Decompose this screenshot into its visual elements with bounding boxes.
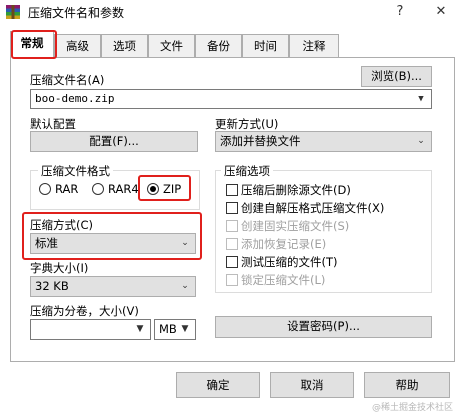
recovery-record-label: 添加恢复记录(E): [241, 237, 327, 251]
dictionary-size-select[interactable]: 32 KB ⌄: [30, 276, 196, 297]
chevron-down-icon[interactable]: ▼: [179, 323, 191, 335]
archive-format-title: 压缩文件格式: [38, 163, 113, 179]
title-bar: 压缩文件名和参数 ? ✕: [0, 0, 461, 24]
create-solid-label: 创建固实压缩文件(S): [241, 219, 350, 233]
archive-name-label: 压缩文件名(A): [30, 73, 105, 87]
zip-format-highlight: [138, 175, 191, 201]
browse-button[interactable]: 浏览(B)...: [361, 66, 432, 87]
help-icon[interactable]: ?: [389, 2, 411, 22]
format-rar-radio[interactable]: [39, 183, 51, 195]
window-title: 压缩文件名和参数: [28, 6, 125, 20]
ok-button[interactable]: 确定: [176, 372, 260, 398]
tab-comment[interactable]: 注释: [289, 34, 339, 58]
format-rar-label[interactable]: RAR: [55, 182, 78, 196]
archive-name-input[interactable]: boo-demo.zip ▼: [30, 89, 432, 109]
compression-method-highlight: [22, 212, 202, 260]
chevron-down-icon[interactable]: ⌄: [179, 280, 191, 292]
update-mode-value: 添加并替换文件: [220, 134, 301, 148]
delete-after-checkbox[interactable]: [226, 184, 238, 196]
set-password-button[interactable]: 设置密码(P)...: [215, 316, 432, 338]
cancel-button[interactable]: 取消: [270, 372, 354, 398]
watermark-text: @稀土掘金技术社区: [371, 403, 453, 413]
tab-advanced[interactable]: 高级: [54, 34, 101, 58]
chevron-down-icon[interactable]: ▼: [134, 323, 146, 335]
split-unit-select[interactable]: MB ▼: [154, 319, 196, 340]
create-sfx-label[interactable]: 创建自解压格式压缩文件(X): [241, 200, 384, 216]
dictionary-size-label: 字典大小(I): [30, 261, 89, 275]
split-unit-value: MB: [159, 322, 177, 336]
tab-time[interactable]: 时间: [242, 34, 289, 58]
update-mode-select[interactable]: 添加并替换文件 ⌄: [215, 131, 432, 152]
format-rar4-radio[interactable]: [92, 183, 104, 195]
create-solid-checkbox: [226, 220, 238, 232]
test-files-label[interactable]: 测试压缩的文件(T): [241, 254, 338, 270]
format-rar4-label[interactable]: RAR4: [108, 182, 139, 196]
general-tab-highlight: [11, 30, 57, 59]
archive-options-title: 压缩选项: [221, 163, 273, 179]
create-sfx-checkbox[interactable]: [226, 202, 238, 214]
split-size-input[interactable]: ▼: [30, 319, 151, 340]
help-button[interactable]: 帮助: [364, 372, 450, 398]
dictionary-size-value: 32 KB: [35, 279, 69, 293]
split-volumes-label: 压缩为分卷，大小(V): [30, 304, 139, 318]
delete-after-label[interactable]: 压缩后删除源文件(D): [241, 182, 351, 198]
profiles-button[interactable]: 配置(F)...: [30, 131, 198, 152]
chevron-down-icon[interactable]: ⌄: [415, 135, 427, 147]
tab-backup[interactable]: 备份: [195, 34, 242, 58]
test-files-checkbox[interactable]: [226, 256, 238, 268]
default-profile-label: 默认配置: [30, 117, 76, 131]
winrar-app-icon: [6, 5, 20, 19]
recovery-record-checkbox: [226, 238, 238, 250]
chevron-down-icon[interactable]: ▼: [415, 93, 427, 105]
update-mode-label: 更新方式(U): [215, 117, 279, 131]
close-icon[interactable]: ✕: [430, 2, 452, 22]
archive-name-value: boo-demo.zip: [35, 92, 115, 105]
tab-options[interactable]: 选项: [101, 34, 148, 58]
lock-archive-checkbox: [226, 274, 238, 286]
lock-archive-label: 锁定压缩文件(L): [241, 273, 326, 287]
tab-files[interactable]: 文件: [148, 34, 195, 58]
